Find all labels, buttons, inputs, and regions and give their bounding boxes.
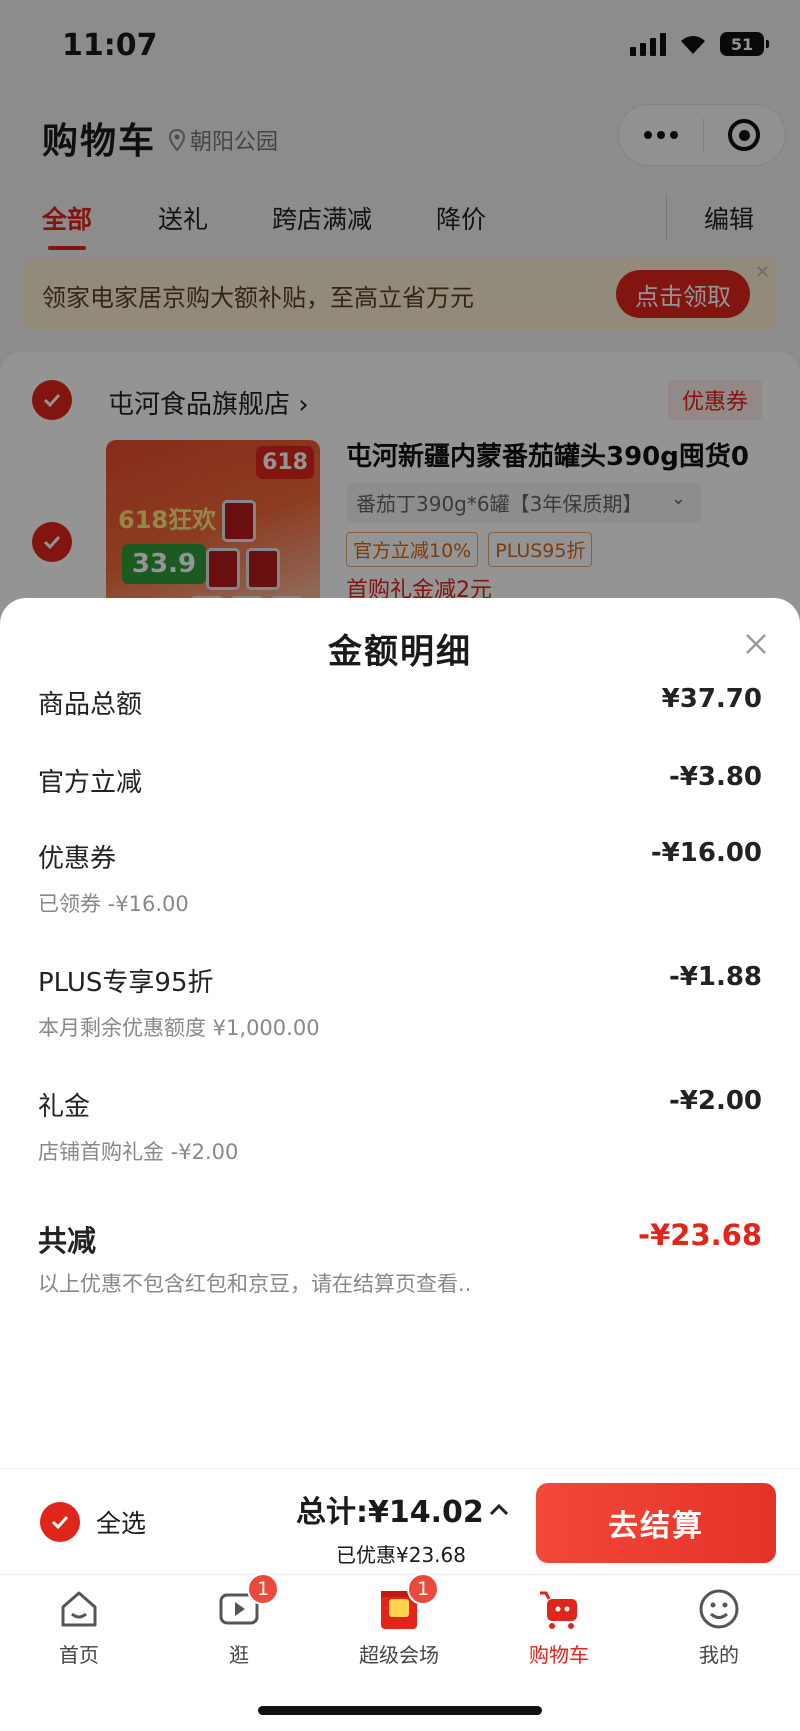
close-icon[interactable] — [740, 628, 772, 660]
notification-badge: 1 — [247, 1573, 279, 1605]
notification-badge: 1 — [407, 1573, 439, 1605]
profile-icon — [697, 1587, 741, 1631]
total-amount: ¥14.02 — [368, 1495, 484, 1530]
tab-cart[interactable]: 购物车 — [504, 1587, 614, 1668]
home-indicator — [258, 1706, 542, 1715]
tab-super-venue[interactable]: 1 超级会场 — [344, 1573, 454, 1668]
checkout-button[interactable]: 去结算 — [536, 1483, 776, 1563]
chevron-up-icon[interactable] — [486, 1497, 512, 1523]
saved-amount: 已优惠¥23.68 — [336, 1543, 466, 1567]
tab-profile[interactable]: 我的 — [664, 1587, 774, 1668]
home-icon — [57, 1587, 101, 1631]
select-all-label: 全选 — [96, 1509, 147, 1538]
venue-icon: 1 — [377, 1573, 439, 1631]
select-all-toggle[interactable]: 全选 — [40, 1502, 146, 1542]
sheet-title: 金额明细 — [328, 632, 472, 672]
select-all-checkbox[interactable] — [40, 1502, 80, 1542]
video-icon: 1 — [217, 1573, 279, 1631]
total-block[interactable]: 总计: ¥14.02 已优惠¥23.68 — [296, 1487, 484, 1567]
cart-icon — [537, 1587, 581, 1631]
checkout-bar: 全选 总计: ¥14.02 已优惠¥23.68 去结算 — [0, 1468, 800, 1574]
total-prefix: 总计: — [296, 1495, 368, 1530]
tab-home[interactable]: 首页 — [24, 1587, 134, 1668]
tab-browse[interactable]: 1 逛 — [184, 1573, 294, 1668]
checkmark-icon — [51, 1515, 69, 1530]
